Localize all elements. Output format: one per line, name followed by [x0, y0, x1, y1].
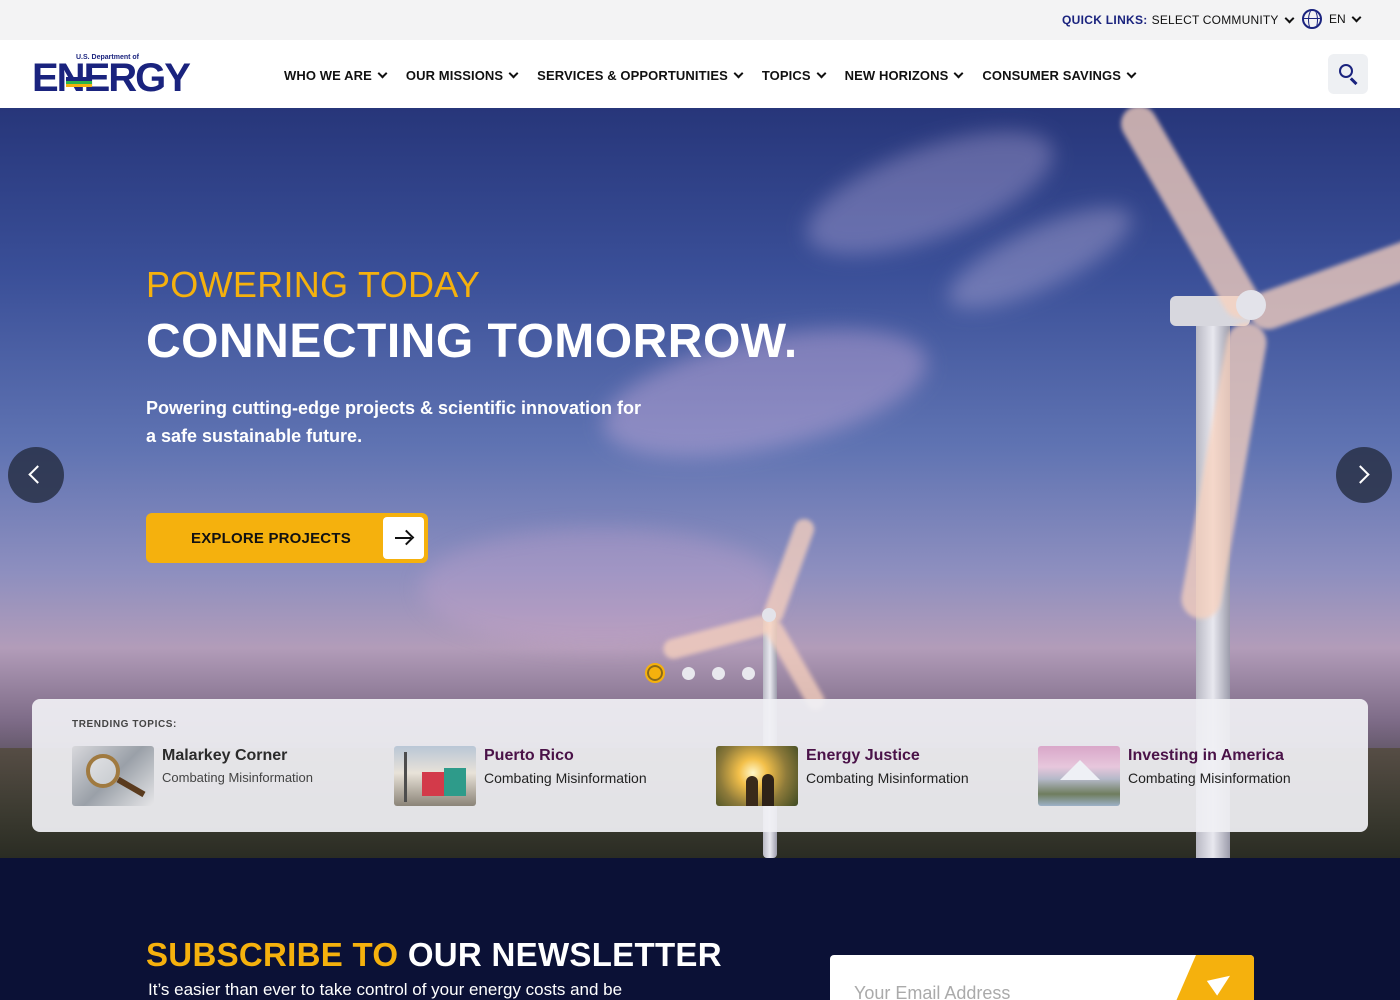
nav-item-label: CONSUMER SAVINGS: [982, 68, 1122, 83]
turbine-hub: [1236, 290, 1266, 320]
nav-item-services[interactable]: SERVICES & OPPORTUNITIES: [537, 68, 744, 83]
trending-item-puerto-rico[interactable]: Puerto Rico Combating Misinformation: [394, 746, 694, 806]
search-button[interactable]: [1328, 54, 1368, 94]
chevron-down-icon: [377, 68, 388, 79]
trending-subtitle: Combating Misinformation: [1128, 770, 1291, 786]
logo-wordmark: ENERGY: [32, 56, 191, 100]
chevron-down-icon: [733, 68, 744, 79]
carousel-prev-button[interactable]: [8, 447, 64, 503]
nav-item-label: TOPICS: [761, 68, 811, 83]
quick-links-value: SELECT COMMUNITY: [1151, 13, 1279, 27]
nav-item-our-missions[interactable]: OUR MISSIONS: [405, 68, 519, 83]
chevron-down-icon: [953, 68, 964, 79]
newsletter-description: It’s easier than ever to take control of…: [148, 980, 623, 999]
carousel-dot-4[interactable]: [742, 666, 755, 680]
search-icon: [1339, 64, 1353, 78]
hero-description: Powering cutting-edge projects & scienti…: [146, 398, 642, 446]
chevron-down-icon: [816, 68, 827, 79]
nav-item-consumer-savings[interactable]: CONSUMER SAVINGS: [982, 68, 1137, 83]
chevron-down-icon: [508, 68, 519, 79]
newsletter-title-highlight: SUBSCRIBE TO: [146, 936, 399, 973]
hero-kicker: POWERING TODAY: [146, 264, 481, 305]
trending-title: Energy Justice: [806, 747, 920, 764]
email-input[interactable]: [830, 955, 1170, 1000]
newsletter-submit-button[interactable]: [1170, 955, 1254, 1000]
quick-links-label: QUICK LINKS:: [1062, 13, 1148, 27]
carousel-dot-2[interactable]: [682, 666, 695, 680]
chevron-down-icon: [1351, 12, 1362, 22]
trending-thumbnail: [716, 746, 798, 806]
utility-bar: QUICK LINKS: SELECT COMMUNITY EN: [0, 0, 1400, 40]
trending-thumbnail: [1038, 746, 1120, 806]
chevron-down-icon: [1284, 13, 1295, 23]
turbine-hub: [762, 608, 776, 622]
nav-item-label: OUR MISSIONS: [405, 68, 504, 83]
newsletter-section: SUBSCRIBE TO OUR NEWSLETTER It’s easier …: [0, 858, 1400, 1000]
trending-title: Malarkey Corner: [162, 747, 288, 764]
chevron-left-icon: [28, 465, 47, 484]
nav-item-label: SERVICES & OPPORTUNITIES: [537, 68, 728, 83]
carousel-next-button[interactable]: [1336, 447, 1392, 503]
globe-icon: [1302, 9, 1322, 29]
trending-title: Investing in America: [1128, 747, 1284, 764]
chevron-right-icon: [1351, 465, 1370, 484]
trending-thumbnail: [394, 746, 476, 806]
language-selector[interactable]: EN: [1302, 9, 1362, 29]
send-icon: [1206, 968, 1236, 996]
newsletter-title: SUBSCRIBE TO OUR NEWSLETTER: [146, 936, 722, 974]
main-nav: WHO WE ARE OUR MISSIONS SERVICES & OPPOR…: [284, 68, 1155, 83]
nav-item-topics[interactable]: TOPICS: [761, 68, 827, 83]
trending-label: TRENDING TOPICS:: [72, 719, 177, 730]
carousel-dot-1[interactable]: [645, 663, 665, 683]
newsletter-title-rest: OUR NEWSLETTER: [407, 936, 722, 973]
arrow-right-icon: [383, 517, 424, 559]
explore-projects-label: EXPLORE PROJECTS: [191, 530, 351, 547]
hero-title: CONNECTING TOMORROW.: [146, 315, 798, 368]
search-icon-handle: [1350, 77, 1358, 85]
trending-item-malarkey-corner[interactable]: Malarkey Corner Combating Misinformation: [72, 746, 372, 806]
nav-item-label: WHO WE ARE: [284, 68, 372, 83]
turbine-blade: [1178, 319, 1270, 622]
nav-item-new-horizons[interactable]: NEW HORIZONS: [844, 68, 964, 83]
trending-title: Puerto Rico: [484, 747, 574, 764]
site-header: U.S. Department of ENERGY WHO WE ARE OUR…: [0, 40, 1400, 108]
turbine-blade: [1243, 227, 1400, 335]
energy-logo[interactable]: U.S. Department of ENERGY: [32, 54, 194, 100]
trending-subtitle: Combating Misinformation: [806, 770, 969, 786]
newsletter-form: [830, 955, 1254, 1000]
trending-topics-panel: TRENDING TOPICS: Malarkey Corner Combati…: [32, 699, 1368, 832]
trending-thumbnail: [72, 746, 154, 806]
quick-links-dropdown[interactable]: QUICK LINKS: SELECT COMMUNITY: [1062, 13, 1295, 27]
trending-subtitle: Combating Misinformation: [484, 770, 647, 786]
logo-color-bars: [66, 77, 92, 87]
carousel-dots: [645, 663, 772, 683]
chevron-down-icon: [1126, 68, 1137, 79]
carousel-dot-3[interactable]: [712, 666, 725, 680]
nav-item-who-we-are[interactable]: WHO WE ARE: [284, 68, 388, 83]
trending-subtitle: Combating Misinformation: [162, 770, 314, 785]
language-label: EN: [1329, 12, 1346, 26]
hero-carousel: POWERING TODAY CONNECTING TOMORROW. Powe…: [0, 108, 1400, 858]
trending-item-investing-in-america[interactable]: Investing in America Combating Misinform…: [1038, 746, 1338, 806]
explore-projects-button[interactable]: EXPLORE PROJECTS: [146, 513, 428, 563]
nav-item-label: NEW HORIZONS: [844, 68, 949, 83]
trending-item-energy-justice[interactable]: Energy Justice Combating Misinformation: [716, 746, 1016, 806]
